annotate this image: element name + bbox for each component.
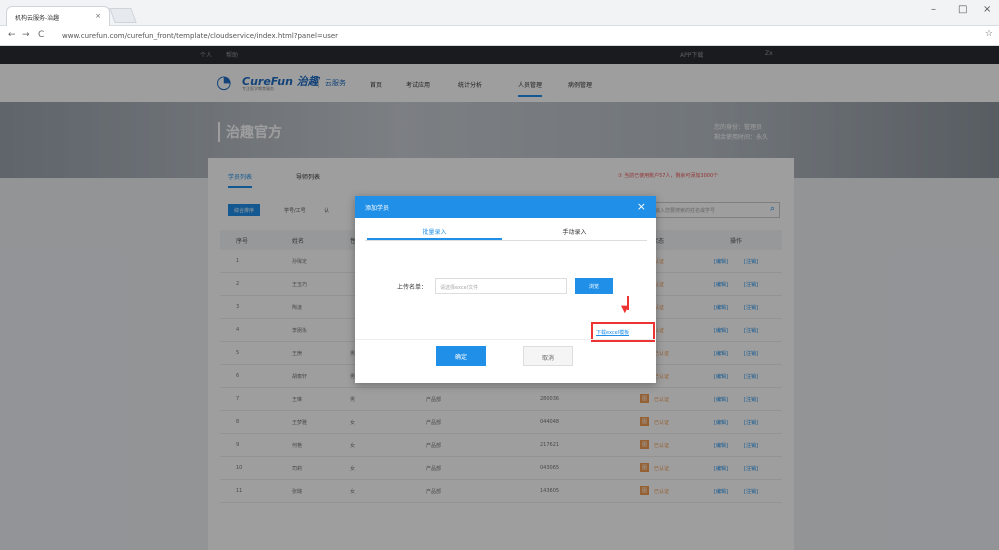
bookmark-star-icon[interactable]: ☆	[985, 29, 993, 39]
browser-tab[interactable]: 机构云服务-治趣 ×	[6, 6, 110, 26]
confirm-button[interactable]: 确定	[436, 346, 486, 366]
tab-title: 机构云服务-治趣	[15, 15, 60, 22]
tab-manual-entry[interactable]: 手动录入	[507, 222, 642, 240]
red-arrow-icon: ▼	[621, 304, 629, 315]
forward-icon[interactable]: →	[22, 30, 30, 40]
add-student-dialog: 添加学员 × 批量录入 手动录入 上传名单： 请选择excel文件 浏览 ▼ 下…	[355, 196, 656, 383]
window-close-button[interactable]: ×	[983, 4, 991, 15]
dialog-title: 添加学员	[365, 205, 390, 212]
window-minimize-button[interactable]: –	[931, 4, 936, 15]
footer-divider	[355, 339, 656, 340]
upload-label: 上传名单：	[397, 284, 428, 291]
address-bar: ← → C www.curefun.com/curefun_front/temp…	[0, 26, 999, 46]
window-maximize-button[interactable]: □	[958, 4, 967, 15]
tab-divider	[365, 240, 647, 241]
close-icon[interactable]: ×	[637, 200, 646, 213]
dialog-header: 添加学员 ×	[355, 196, 656, 218]
back-icon[interactable]: ←	[8, 30, 16, 40]
tab-batch-import[interactable]: 批量录入	[367, 222, 502, 240]
file-input[interactable]: 请选择excel文件	[435, 278, 567, 294]
cancel-button[interactable]: 取消	[523, 346, 573, 366]
reload-icon[interactable]: C	[38, 30, 44, 40]
url-field[interactable]: www.curefun.com/curefun_front/template/c…	[56, 29, 344, 43]
new-tab-button[interactable]	[109, 8, 137, 23]
browser-tab-bar: 机构云服务-治趣 × – □ ×	[0, 0, 999, 26]
browse-button[interactable]: 浏览	[575, 278, 613, 294]
tab-close-icon[interactable]: ×	[95, 12, 101, 20]
